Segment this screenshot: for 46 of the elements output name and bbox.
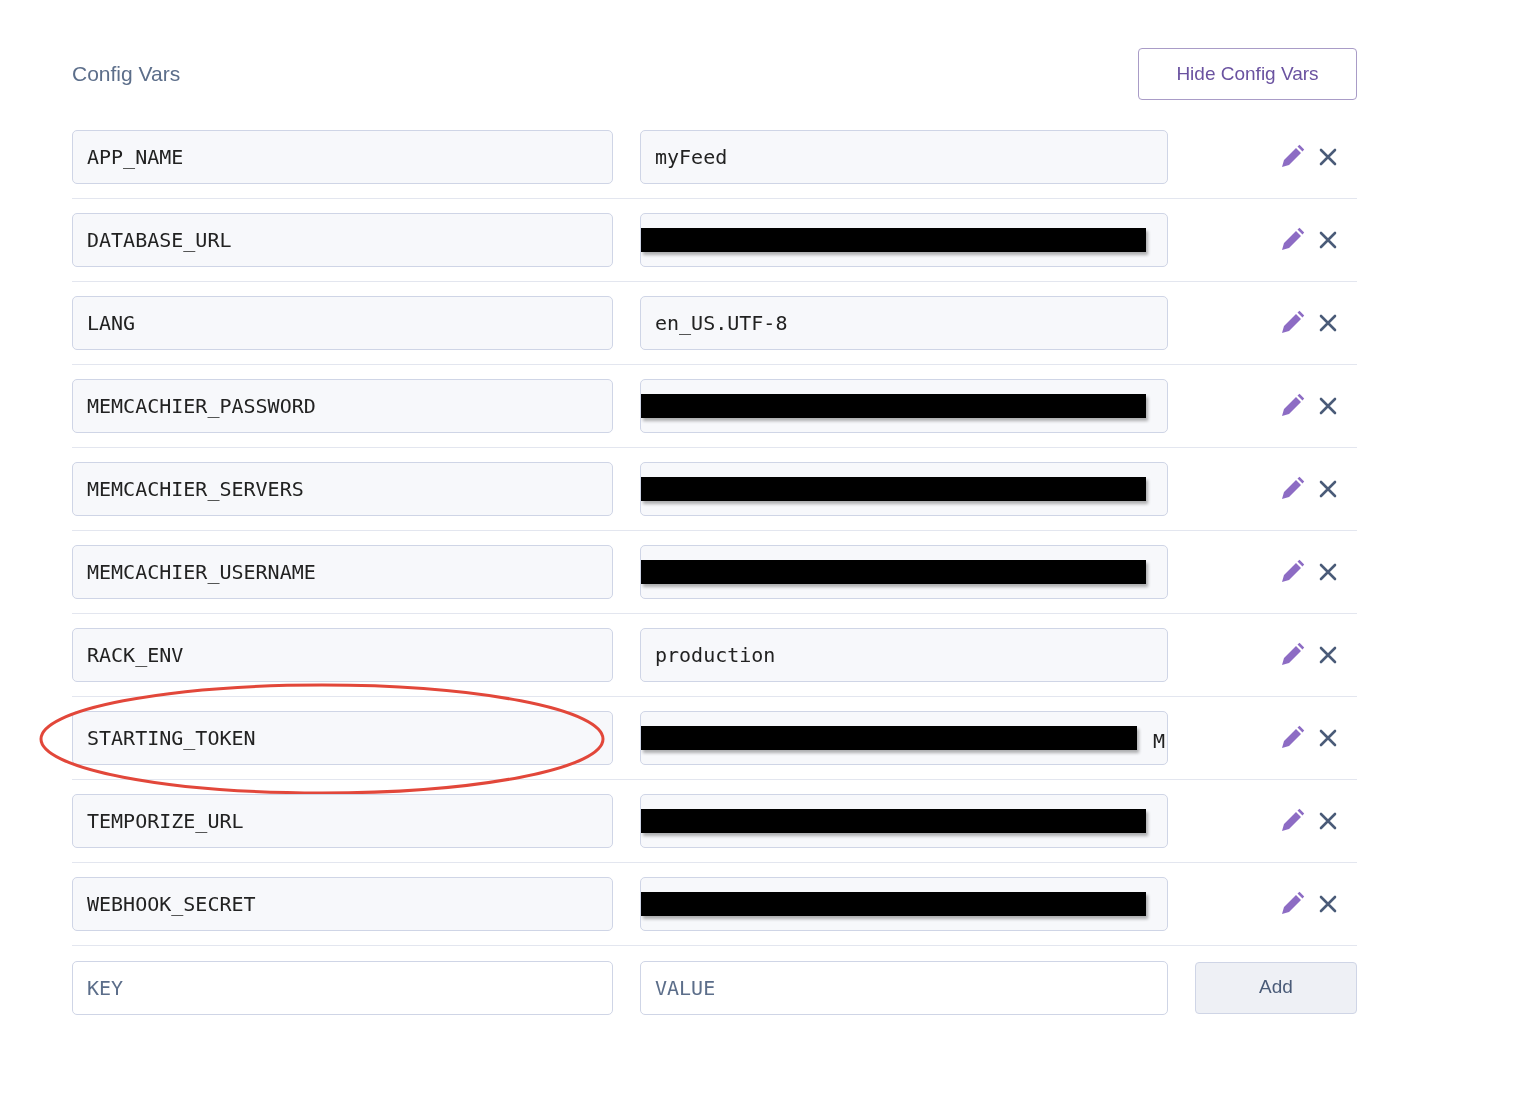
config-value-field[interactable]: [640, 213, 1168, 267]
delete-icon[interactable]: [1319, 729, 1337, 747]
edit-icon[interactable]: [1279, 227, 1305, 253]
add-button[interactable]: Add: [1195, 961, 1357, 1014]
delete-icon[interactable]: [1319, 563, 1337, 581]
hide-config-vars-button[interactable]: Hide Config Vars: [1138, 48, 1357, 100]
delete-icon[interactable]: [1319, 397, 1337, 415]
config-value-field[interactable]: [640, 794, 1168, 848]
config-key-field[interactable]: MEMCACHIER_USERNAME: [72, 545, 613, 599]
delete-icon[interactable]: [1319, 895, 1337, 913]
config-value-field[interactable]: [640, 462, 1168, 516]
edit-icon[interactable]: [1279, 808, 1305, 834]
config-key-field[interactable]: DATABASE_URL: [72, 213, 613, 267]
config-value-field[interactable]: [640, 379, 1168, 433]
config-value-field[interactable]: [640, 545, 1168, 599]
config-key-field[interactable]: RACK_ENV: [72, 628, 613, 682]
value-text: M: [1152, 728, 1165, 755]
edit-icon[interactable]: [1279, 310, 1305, 336]
config-key-field[interactable]: MEMCACHIER_PASSWORD: [72, 379, 613, 433]
edit-icon[interactable]: [1279, 144, 1305, 170]
config-value-field[interactable]: production: [640, 628, 1168, 682]
config-key-field[interactable]: APP_NAME: [72, 130, 613, 184]
config-key-field[interactable]: WEBHOOK_SECRET: [72, 877, 613, 931]
config-value-field[interactable]: [640, 877, 1168, 931]
config-value-field[interactable]: en_US.UTF-8: [640, 296, 1168, 350]
delete-icon[interactable]: [1319, 480, 1337, 498]
section-title: Config Vars: [72, 61, 181, 88]
delete-icon[interactable]: [1319, 231, 1337, 249]
delete-icon[interactable]: [1319, 646, 1337, 664]
edit-icon[interactable]: [1279, 476, 1305, 502]
edit-icon[interactable]: [1279, 642, 1305, 668]
delete-icon[interactable]: [1319, 148, 1337, 166]
new-key-field[interactable]: KEY: [72, 960, 613, 1015]
edit-icon[interactable]: [1279, 725, 1305, 751]
delete-icon[interactable]: [1319, 314, 1337, 332]
edit-icon[interactable]: [1279, 559, 1305, 585]
new-value-field[interactable]: VALUE: [640, 960, 1168, 1015]
config-value-field[interactable]: myFeed: [640, 130, 1168, 184]
config-key-field[interactable]: STARTING_TOKEN: [72, 711, 613, 765]
config-key-field[interactable]: MEMCACHIER_SERVERS: [72, 462, 613, 516]
config-key-field[interactable]: TEMPORIZE_URL: [72, 794, 613, 848]
edit-icon[interactable]: [1279, 393, 1305, 419]
config-value-field[interactable]: M: [640, 711, 1168, 765]
config-key-field[interactable]: LANG: [72, 296, 613, 350]
edit-icon[interactable]: [1279, 891, 1305, 917]
delete-icon[interactable]: [1319, 812, 1337, 830]
